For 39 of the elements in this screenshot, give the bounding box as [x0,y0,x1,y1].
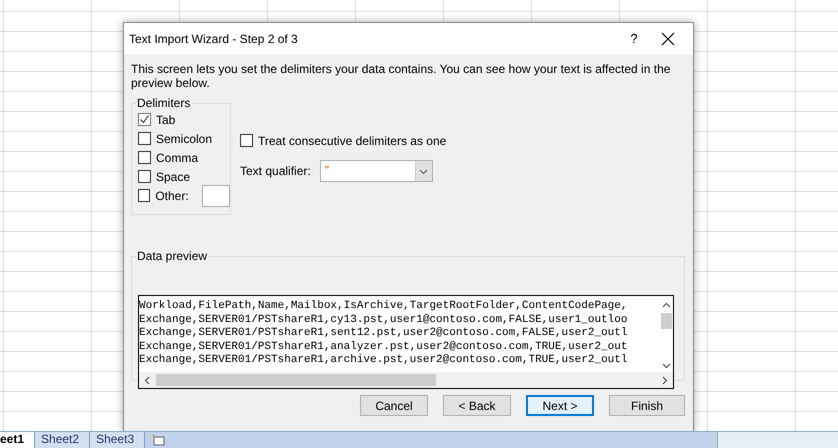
window-title: Text Import Wizard - Step 2 of 3 [129,32,299,46]
caret-icon [419,166,428,176]
horizontal-scrollbar[interactable] [139,372,673,388]
sheet-tab[interactable]: Sheet3 [90,432,146,448]
input-field[interactable] [202,184,230,206]
sheet-tab[interactable]: Sheet2 [35,432,90,448]
checkbox[interactable] [138,151,151,164]
preview-line: Exchange,SERVER01/PSTshareR1,cy13.pst,user1@contoso.com,FALSE,user1_outloo [139,314,628,327]
checkbox[interactable] [240,134,253,147]
dialog-button[interactable]: Next > [526,395,594,416]
scrollbar-thumb[interactable] [156,374,436,386]
checkbox[interactable] [138,189,150,202]
horizontal-scrollbar[interactable] [717,432,838,448]
scrollbar-thumb[interactable] [661,313,672,329]
checkbox-label[interactable]: Tab [156,112,176,126]
field-label: Text qualifier: [240,164,311,178]
dialog-button[interactable]: < Back [443,395,511,416]
help-button[interactable]: ? [611,31,657,46]
checkbox-label[interactable]: Other: [155,188,189,202]
sheet-tab[interactable]: eet1 [0,432,36,448]
dialog-button[interactable]: Cancel [360,395,428,416]
group-label: Data preview [136,249,208,263]
checkbox[interactable] [138,132,151,145]
group-label: Delimiters [136,96,192,110]
checkbox-label[interactable]: Space [156,170,190,184]
new-sheet-icon[interactable] [151,434,166,446]
preview-line: Workload,FilePath,Name,Mailbox,IsArchive,TargetRootFolder,ContentCodePage, [139,300,628,314]
checkbox[interactable] [138,170,151,183]
checkbox-label[interactable]: Comma [156,150,198,164]
checkbox[interactable] [138,113,151,126]
checkbox-label[interactable]: Semicolon [156,132,212,146]
close-icon[interactable] [661,32,675,46]
checkbox-label[interactable]: Treat consecutive delimiters as one [258,134,446,148]
dropdown[interactable]: " [320,160,433,182]
preview-line: Exchange,SERVER01/PSTshareR1,analyzer.pst,user2@contoso.com,TRUE,user2_out [139,340,628,354]
dialog-button[interactable]: Finish [609,395,685,416]
preview-line: Exchange,SERVER01/PSTshareR1,archive.pst,user2@contoso.com,TRUE,user2_outl [139,354,628,368]
description-text: This screen lets you set the delimiters your data contains. You can see how your text is affected in the preview below. [131,62,672,90]
preview-line: Exchange,SERVER01/PSTshareR1,sent12.pst,user2@contoso.com,FALSE,user2_outl [139,327,628,340]
